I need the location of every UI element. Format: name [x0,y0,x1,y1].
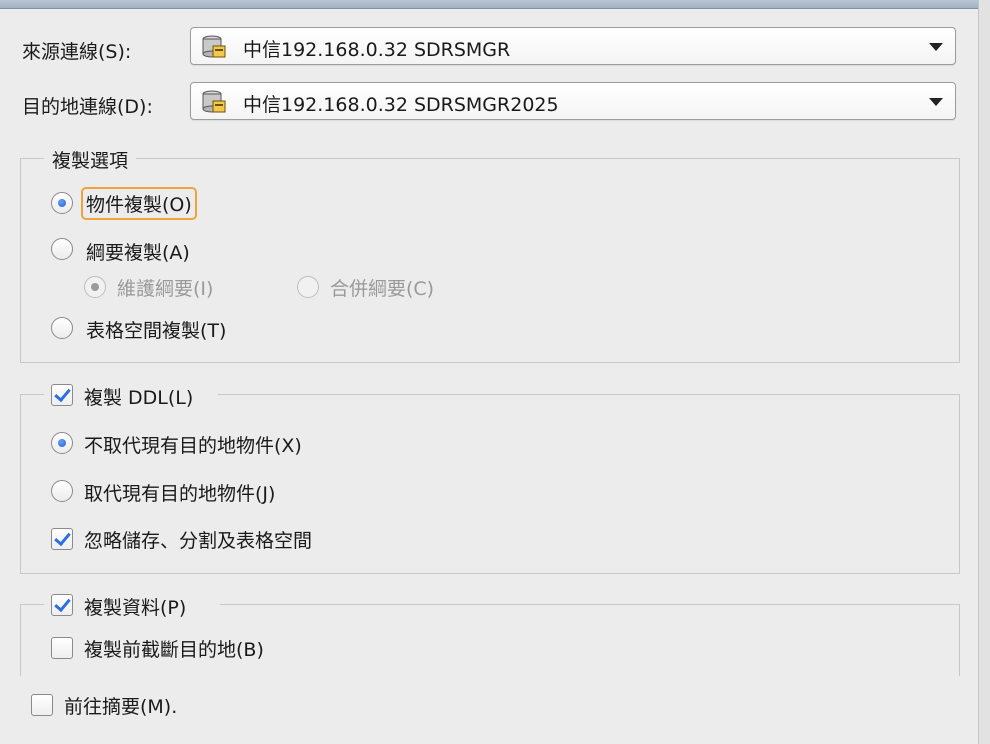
maintain-schema-radio[interactable] [84,276,106,298]
copy-options-title: 複製選項 [44,146,137,173]
chevron-down-icon [929,98,943,106]
source-connection-value: 中信192.168.0.32 SDRSMGR [243,39,511,61]
merge-schema-radio[interactable] [297,276,319,298]
source-connection-label: 來源連線(S): [22,41,132,63]
target-connection-value: 中信192.168.0.32 SDRSMGR2025 [243,94,559,116]
database-icon [202,35,226,58]
window-right-edge [978,0,990,744]
window-top-bar [0,0,978,9]
truncate-target-label[interactable]: 複製前截斷目的地(B) [84,635,264,662]
go-to-summary-label[interactable]: 前往摘要(M). [64,692,177,719]
schema-copy-label[interactable]: 綱要複製(A) [86,238,190,265]
target-connection-select[interactable]: 中信192.168.0.32 SDRSMGR2025 [190,82,956,120]
tablespace-copy-radio[interactable] [51,317,73,339]
copy-ddl-checkbox[interactable] [51,384,73,406]
copy-data-checkbox[interactable] [51,594,73,616]
object-copy-label[interactable]: 物件複製(O) [81,187,197,220]
no-replace-label[interactable]: 不取代現有目的地物件(X) [84,431,302,458]
copy-data-label[interactable]: 複製資料(P) [84,593,186,620]
chevron-down-icon [929,43,943,51]
ignore-storage-checkbox[interactable] [51,528,73,550]
object-copy-radio[interactable] [51,192,73,214]
go-to-summary-checkbox[interactable] [31,694,53,716]
replace-radio[interactable] [51,480,73,502]
ignore-storage-label[interactable]: 忽略儲存、分割及表格空間 [84,526,312,553]
no-replace-radio[interactable] [51,432,73,454]
copy-ddl-label[interactable]: 複製 DDL(L) [84,383,193,410]
truncate-target-checkbox[interactable] [51,637,73,659]
maintain-schema-label[interactable]: 維護綱要(I) [117,274,213,301]
source-connection-select[interactable]: 中信192.168.0.32 SDRSMGR [190,27,956,65]
replace-label[interactable]: 取代現有目的地物件(J) [84,479,275,506]
merge-schema-label[interactable]: 合併綱要(C) [330,274,434,301]
target-connection-label: 目的地連線(D): [22,96,153,118]
database-icon [202,90,226,113]
schema-copy-radio[interactable] [51,238,73,260]
tablespace-copy-label[interactable]: 表格空間複製(T) [86,316,226,343]
